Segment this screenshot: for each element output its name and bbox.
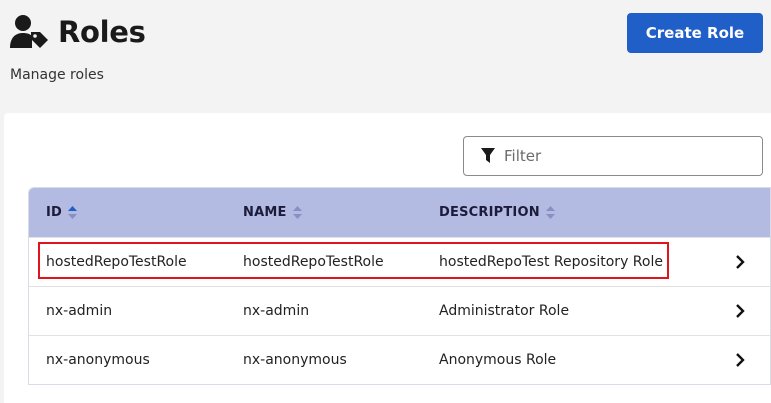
column-header-id[interactable]: ID	[46, 205, 78, 220]
roles-table: ID NAME DESCRIPTION hostedRepoTestRole h…	[28, 187, 771, 385]
cell-description: Administrator Role	[439, 303, 570, 319]
user-tag-icon	[10, 15, 48, 48]
page-title: Roles	[58, 15, 146, 49]
cell-id: nx-admin	[46, 303, 113, 319]
column-header-description[interactable]: DESCRIPTION	[439, 205, 555, 220]
sort-icon	[545, 206, 555, 219]
page-header: Roles Manage roles Create Role	[0, 0, 771, 112]
cell-name: hostedRepoTestRole	[243, 254, 384, 270]
create-role-button[interactable]: Create Role	[627, 13, 763, 53]
cell-id: nx-anonymous	[46, 352, 150, 368]
chevron-right-icon[interactable]	[735, 353, 745, 367]
cell-name: nx-anonymous	[243, 352, 347, 368]
cell-description: Anonymous Role	[439, 352, 557, 368]
table-header: ID NAME DESCRIPTION	[29, 188, 770, 237]
chevron-right-icon[interactable]	[735, 304, 745, 318]
chevron-right-icon[interactable]	[735, 255, 745, 269]
sort-icon	[292, 206, 302, 219]
table-row[interactable]: nx-admin nx-admin Administrator Role	[29, 286, 770, 335]
roles-panel: ID NAME DESCRIPTION	[4, 113, 771, 403]
column-header-label: ID	[46, 205, 63, 220]
table-row[interactable]: nx-anonymous nx-anonymous Anonymous Role	[29, 335, 770, 384]
cell-name: nx-admin	[243, 303, 310, 319]
page-subtitle: Manage roles	[10, 67, 104, 83]
column-header-label: DESCRIPTION	[439, 205, 540, 220]
cell-id: hostedRepoTestRole	[46, 254, 187, 270]
filter-box[interactable]	[463, 136, 763, 176]
column-header-label: NAME	[243, 205, 287, 220]
filter-funnel-icon	[481, 148, 495, 163]
table-row[interactable]: hostedRepoTestRole hostedRepoTestRole ho…	[29, 237, 770, 286]
sort-asc-icon	[68, 206, 78, 219]
column-header-name[interactable]: NAME	[243, 205, 302, 220]
cell-description: hostedRepoTest Repository Role	[439, 254, 663, 270]
filter-input[interactable]	[504, 147, 754, 165]
title-row: Roles	[10, 14, 146, 50]
